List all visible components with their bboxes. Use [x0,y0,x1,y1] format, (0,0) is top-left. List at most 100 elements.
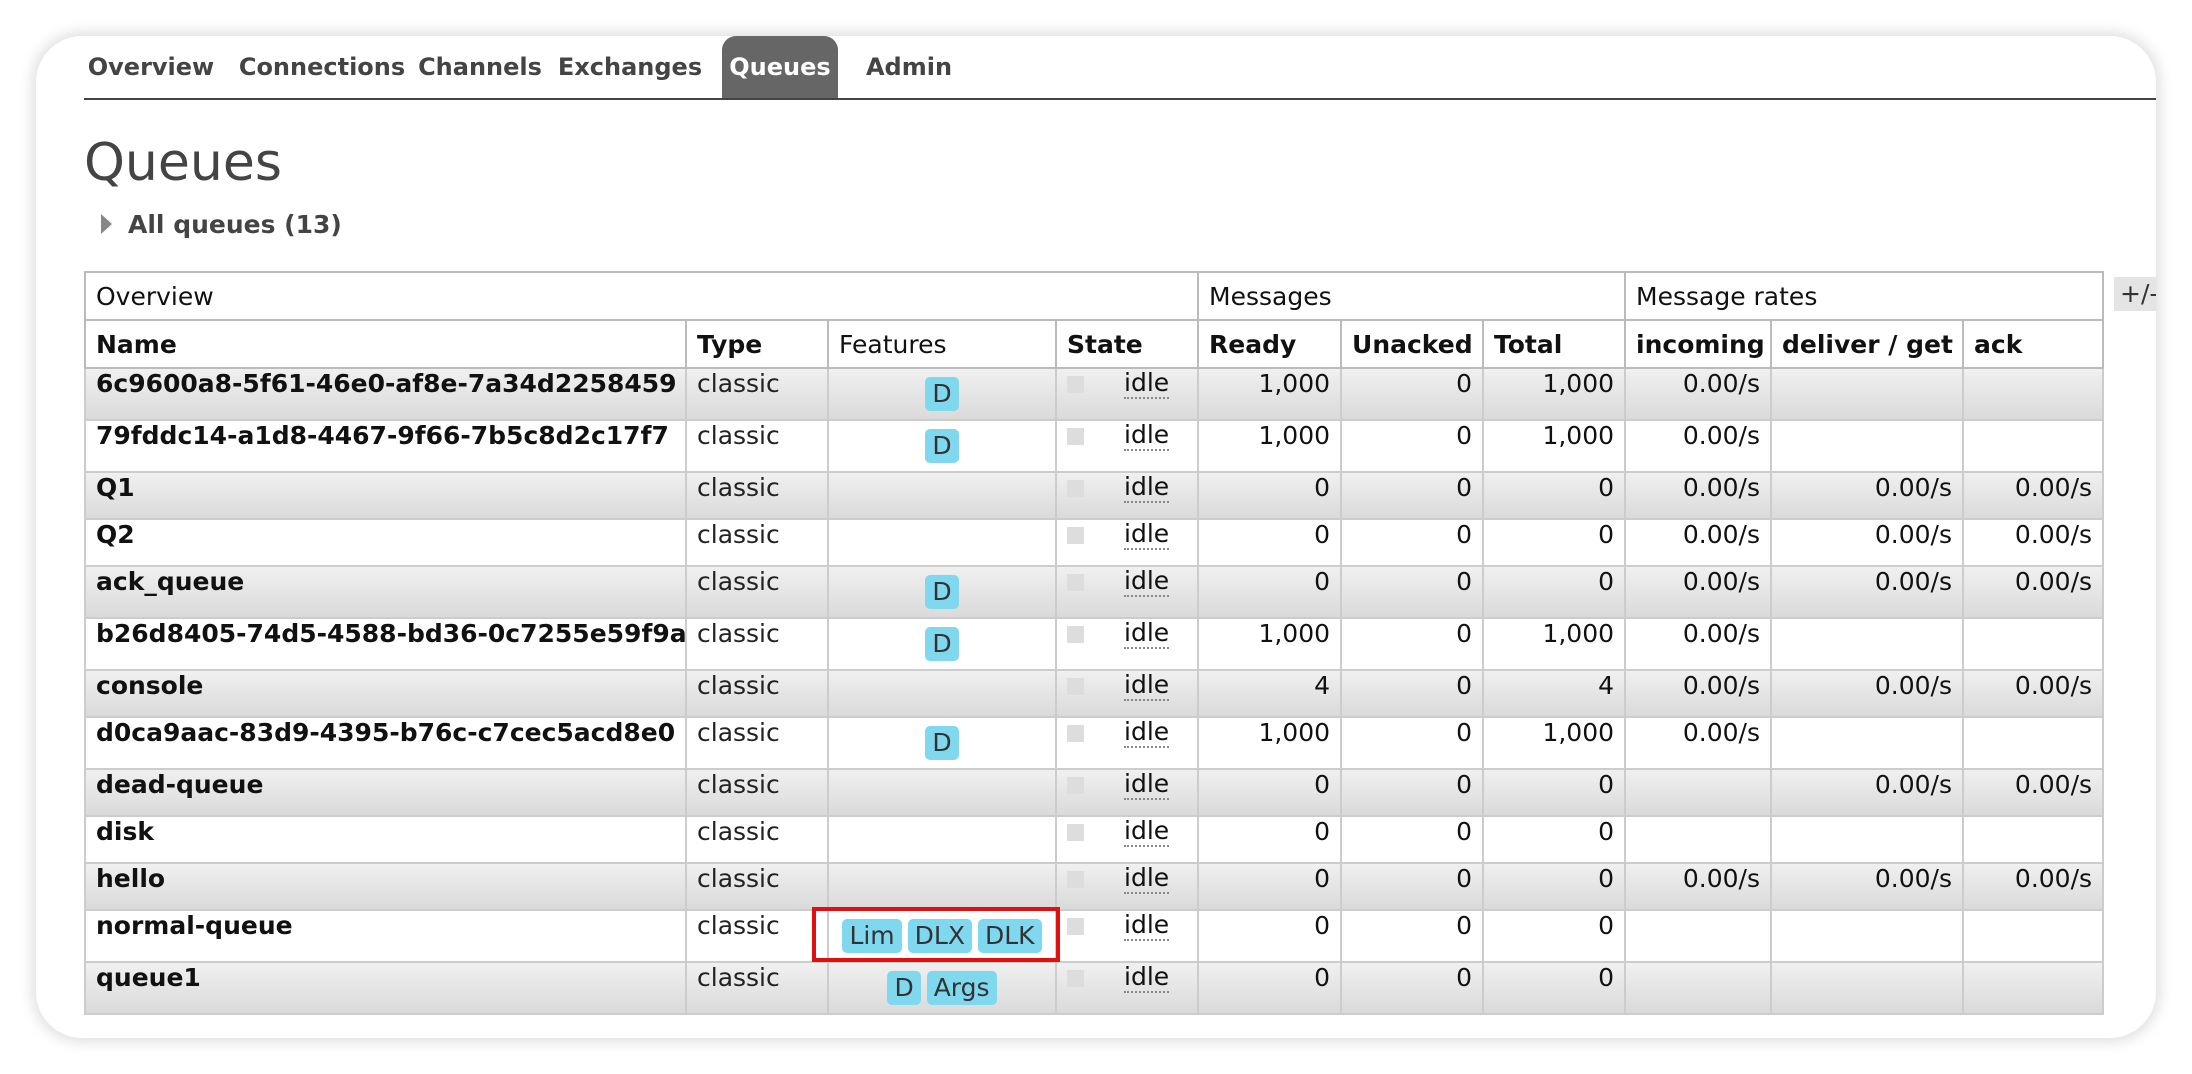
rate-ack: 0.00/s [1962,471,2105,520]
main-card: Overview Connections Channels Exchanges … [36,36,2156,1038]
messages-ready: 0 [1197,471,1343,520]
queue-type: classic [685,367,829,421]
queue-type: classic [685,419,829,473]
queue-name-link[interactable]: hello [84,862,687,911]
columns-toggle-button[interactable]: +/- [2114,277,2156,311]
queue-state: idle [1054,419,1200,473]
state-square-icon [1067,526,1084,544]
tab-overview[interactable]: Overview [84,36,218,98]
table-row[interactable]: b26d8405-74d5-4588-bd36-0c7255e59f9a clas… [84,617,2105,671]
queue-type: classic [685,862,829,911]
queue-name-link[interactable]: normal-queue [84,909,687,963]
rate-deliver-get: 0.00/s [1770,669,1965,718]
rate-incoming: 0.00/s [1624,862,1773,911]
queue-name-link[interactable]: ack_queue [84,565,687,619]
rate-deliver-get [1770,909,1965,963]
queue-state: idle [1054,961,1200,1015]
all-queues-label[interactable]: All queues (13) [128,210,342,239]
queue-name-link[interactable]: disk [84,815,687,864]
queue-state: idle [1054,862,1200,911]
column-header-name[interactable]: Name [84,319,687,369]
feature-badge: D [925,726,959,760]
rate-ack: 0.00/s [1962,565,2105,619]
queue-features: D Args [827,961,1057,1015]
messages-ready: 0 [1197,909,1343,963]
queue-type: classic [685,716,829,770]
group-header-overview: Overview [83,271,1200,321]
queue-name-link[interactable]: Q2 [84,518,687,567]
state-label: idle [1124,566,1170,597]
column-header-unacked[interactable]: Unacked [1340,319,1485,369]
rate-incoming [1624,909,1773,963]
queue-state: idle [1054,367,1200,421]
column-header-type[interactable]: Type [685,319,829,369]
messages-total: 1,000 [1482,617,1627,671]
column-header-incoming[interactable]: incoming [1624,319,1773,369]
column-header-ready[interactable]: Ready [1197,319,1343,369]
messages-unacked: 0 [1340,909,1485,963]
rate-incoming: 0.00/s [1624,518,1773,567]
queue-type: classic [685,669,829,718]
state-label: idle [1124,368,1170,399]
state-label: idle [1124,519,1170,550]
queue-state: idle [1054,518,1200,567]
table-row[interactable]: normal-queue classic Lim DLX DLK idle 0 0 0 [84,909,2105,963]
column-header-state[interactable]: State [1054,319,1200,369]
table-row[interactable]: d0ca9aac-83d9-4395-b76c-c7cec5acd8e0 clas… [84,716,2105,770]
table-row[interactable]: Q1 classic idle 0 0 0 0.00/s 0.00/s 0.00/s [84,471,2105,520]
table-row[interactable]: ack_queue classic Didle 0 0 0 0.00/s 0.00/s 0.00… [84,565,2105,619]
rate-ack [1962,961,2105,1015]
table-row[interactable]: console classic idle 4 0 4 0.00/s 0.00/s 0.00/s [84,669,2105,718]
queue-name-link[interactable]: b26d8405-74d5-4588-bd36-0c7255e59f9a [84,617,687,671]
queue-state: idle [1054,815,1200,864]
feature-badge: Args [926,971,997,1005]
messages-total: 0 [1482,768,1627,817]
table-row[interactable]: 79fddc14-a1d8-4467-9f66-7b5c8d2c17f7 clas… [84,419,2105,473]
rate-deliver-get: 0.00/s [1770,565,1965,619]
state-square-icon [1067,917,1084,935]
messages-ready: 4 [1197,669,1343,718]
queue-name-link[interactable]: 79fddc14-a1d8-4467-9f66-7b5c8d2c17f7 [84,419,687,473]
queue-name-link[interactable]: Q1 [84,471,687,520]
messages-unacked: 0 [1340,518,1485,567]
column-header-total[interactable]: Total [1482,319,1627,369]
state-label: idle [1124,910,1170,941]
messages-total: 0 [1482,565,1627,619]
rate-deliver-get [1770,617,1965,671]
queue-name-link[interactable]: console [84,669,687,718]
tab-queues[interactable]: Queues [722,36,838,98]
rate-ack [1962,617,2105,671]
rate-incoming: 0.00/s [1624,565,1773,619]
column-header-ack[interactable]: ack [1962,319,2105,369]
queue-features [827,518,1057,567]
table-row[interactable]: Q2 classic idle 0 0 0 0.00/s 0.00/s 0.00/s [84,518,2105,567]
column-header-deliver-get[interactable]: deliver / get [1770,319,1965,369]
queue-state: idle [1054,716,1200,770]
tab-channels[interactable]: Channels [410,36,550,98]
rate-incoming: 0.00/s [1624,419,1773,473]
queue-name-link[interactable]: dead-queue [84,768,687,817]
tab-exchanges[interactable]: Exchanges [550,36,710,98]
messages-unacked: 0 [1340,565,1485,619]
table-row[interactable]: disk classic idle 0 0 0 [84,815,2105,864]
state-label: idle [1124,863,1170,894]
table-row[interactable]: hello classic idle 0 0 0 0.00/s 0.00/s 0.00/s [84,862,2105,911]
queue-name-link[interactable]: d0ca9aac-83d9-4395-b76c-c7cec5acd8e0 [84,716,687,770]
all-queues-toggle[interactable]: All queues (13) [101,208,342,240]
table-row[interactable]: 6c9600a8-5f61-46e0-af8e-7a34d2258459 clas… [84,367,2105,421]
queue-features: D [827,716,1057,770]
queues-table: Overview Messages Message rates Name Typ… [83,271,2105,1015]
rate-incoming [1624,815,1773,864]
queue-name-link[interactable]: queue1 [84,961,687,1015]
messages-ready: 0 [1197,862,1343,911]
tab-admin[interactable]: Admin [854,36,964,98]
tab-connections[interactable]: Connections [230,36,414,98]
messages-total: 1,000 [1482,419,1627,473]
queue-name-link[interactable]: 6c9600a8-5f61-46e0-af8e-7a34d2258459 [84,367,687,421]
expand-triangle-icon[interactable] [101,214,112,234]
table-row[interactable]: dead-queue classic idle 0 0 0 0.00/s 0.00/s [84,768,2105,817]
state-square-icon [1067,573,1084,591]
queue-features [827,669,1057,718]
page-title: Queues [84,133,282,193]
table-row[interactable]: queue1 classic D Args idle 0 0 0 [84,961,2105,1015]
